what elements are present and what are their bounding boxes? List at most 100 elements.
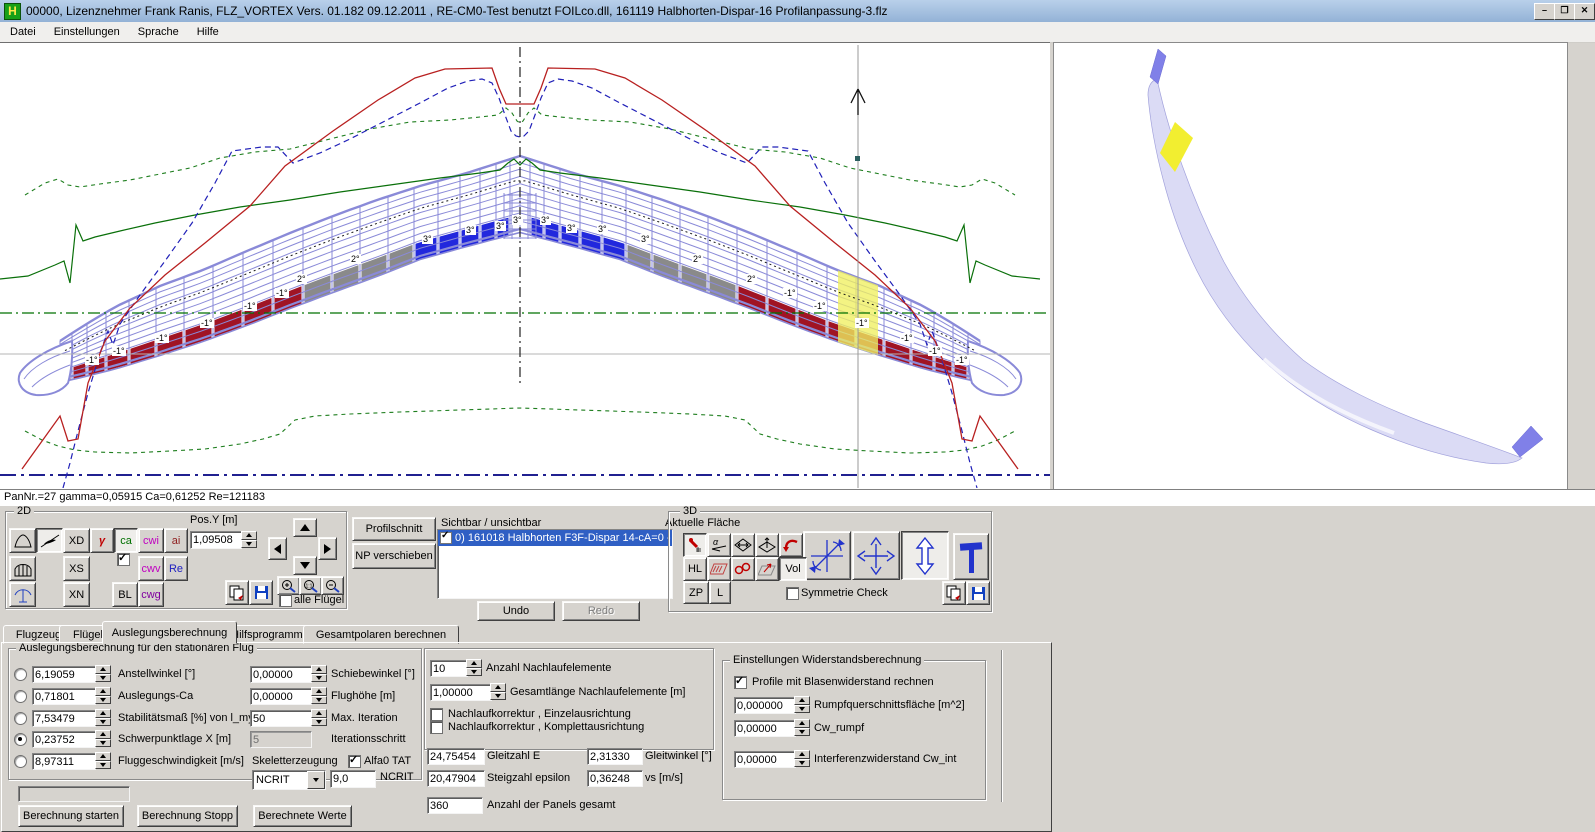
pan-right-button[interactable] [318,537,337,560]
undo-button[interactable]: Undo [477,601,555,621]
flughoehe-spinner[interactable] [311,687,327,704]
wing-front-view-plot[interactable]: -1°-1°-1°-1°-1°-1°2°2°3°3°3°3°3°3°3°3°2°… [0,42,1050,489]
mesh-view-button[interactable] [9,556,36,581]
berechnete-werte-button[interactable]: Berechnete Werte [253,805,352,827]
radio-auslegungs-ca[interactable] [14,690,27,703]
posy-input[interactable] [190,531,242,549]
symmetrie-check-checkbox[interactable] [786,587,799,600]
ca-button[interactable]: ca [114,528,138,553]
laenge-nachlauf-spinner[interactable] [490,683,506,700]
maximize-button[interactable]: ❐ [1554,3,1575,20]
fluggeschwindigkeit-input[interactable] [32,753,96,770]
normal-arrow-button[interactable] [755,557,779,581]
wing-3d-view[interactable] [1053,42,1568,490]
copy-plot-button[interactable] [225,580,249,605]
pan-left-button[interactable] [268,537,287,560]
pan-down-button[interactable] [293,556,317,575]
menu-einstellungen[interactable]: Einstellungen [46,24,128,40]
ncrit-value-input[interactable] [330,770,376,788]
gamma-button[interactable]: γ [90,528,114,553]
zp-button[interactable]: ZP [683,581,709,604]
tab-auslegungsberechnung[interactable]: Auslegungsberechnung [102,621,237,644]
hl-button[interactable]: HL [683,557,707,581]
xn-button[interactable]: XN [63,582,90,607]
pan-3d-vertical-button[interactable] [755,533,779,557]
anstellwinkel-input[interactable] [32,666,96,683]
spin-up-icon[interactable] [241,531,257,540]
section-view-button[interactable] [36,528,63,553]
zoom-out-button[interactable] [321,576,344,595]
schiebewinkel-input[interactable] [250,666,312,683]
pan-up-button[interactable] [293,518,317,537]
rotate-3d-button[interactable] [803,531,851,580]
surface-list-item[interactable]: 0) 161018 Halbhorten F3F-Dispar 14-cA=0 … [438,530,672,546]
view-undo-button[interactable] [779,533,803,557]
move-3d-button[interactable] [852,531,900,580]
laenge-nachlauf-input[interactable] [430,684,492,701]
blasenwiderstand-checkbox[interactable] [734,676,747,689]
alpha-view-button[interactable]: α [707,533,731,557]
stabilitaetsmass-spinner[interactable] [95,709,111,726]
zoom-reset-button[interactable]: 1:1 [299,576,322,595]
auslegungs-ca-spinner[interactable] [95,687,111,704]
title-bar[interactable]: H 00000, Lizenznehmer Frank Ranis, FLZ_V… [0,0,1595,22]
schwerpunktlage-spinner[interactable] [95,730,111,747]
paint-mesh-button[interactable] [683,533,707,557]
planform-view-button[interactable] [9,528,36,553]
profilschnitt-button[interactable]: Profilschnitt [352,517,436,541]
anzahl-nachlauf-spinner[interactable] [466,659,482,676]
spar-view-button[interactable] [9,582,36,607]
alfa0-tat-checkbox[interactable] [348,755,361,768]
save-3d-button[interactable] [966,581,990,605]
bl-button[interactable]: BL [112,582,138,607]
anzahl-nachlauf-input[interactable] [430,660,468,677]
spin-down-icon[interactable] [241,540,257,549]
schiebewinkel-spinner[interactable] [311,665,327,682]
zoom-in-button[interactable] [277,576,300,595]
ca-checkbox[interactable] [117,553,130,566]
re-button[interactable]: Re [164,556,188,581]
auslegungs-ca-input[interactable] [32,688,96,705]
cwg-button[interactable]: cwg [138,582,164,607]
panel-plate-button[interactable] [707,557,731,581]
alle-fluegel-checkbox[interactable] [279,594,292,607]
pan-3d-horizontal-button[interactable] [731,533,755,557]
radio-stabilitaetsmass[interactable] [14,712,27,725]
vol-button[interactable]: Vol [779,557,807,581]
tools-3d-button[interactable] [953,533,989,580]
surface-listbox[interactable]: 0) 161018 Halbhorten F3F-Dispar 14-cA=0 … [437,529,673,599]
copy-3d-button[interactable] [942,581,966,605]
radio-fluggeschwindigkeit[interactable] [14,755,27,768]
nachlaufkorrektur-komplett-checkbox[interactable] [430,721,443,734]
fluggeschwindigkeit-spinner[interactable] [95,752,111,769]
xd-button[interactable]: XD [63,528,90,553]
max-iteration-spinner[interactable] [311,709,327,726]
l-button[interactable]: L [709,581,731,604]
zoom-3d-button[interactable] [901,531,949,580]
dropdown-arrow-icon[interactable] [307,771,325,789]
surface-visible-checkbox[interactable] [440,532,452,544]
radio-anstellwinkel[interactable] [14,668,27,681]
rumpfflaeche-input[interactable] [734,697,796,714]
berechnung-stopp-button[interactable]: Berechnung Stopp [137,805,238,827]
cwv-button[interactable]: cwv [138,556,164,581]
ai-button[interactable]: ai [164,528,188,553]
radio-schwerpunktlage[interactable] [14,733,27,746]
flughoehe-input[interactable] [250,688,312,705]
redo-button[interactable]: Redo [562,601,640,621]
rumpfflaeche-spinner[interactable] [794,696,810,713]
nachlaufkorrektur-einzel-checkbox[interactable] [430,708,443,721]
menu-sprache[interactable]: Sprache [130,24,187,40]
stabilitaetsmass-input[interactable] [32,710,96,727]
cw-int-input[interactable] [734,751,796,768]
menu-hilfe[interactable]: Hilfe [189,24,227,40]
minimize-button[interactable]: – [1534,3,1555,20]
vortex-roll-button[interactable] [731,557,755,581]
xs-button[interactable]: XS [63,556,90,581]
cw-rumpf-input[interactable] [734,720,796,737]
anstellwinkel-spinner[interactable] [95,665,111,682]
close-button[interactable]: ✕ [1574,3,1595,20]
posy-spinner[interactable] [241,531,257,548]
ncrit-dropdown[interactable]: NCRIT [252,770,326,790]
max-iteration-input[interactable] [250,710,312,727]
